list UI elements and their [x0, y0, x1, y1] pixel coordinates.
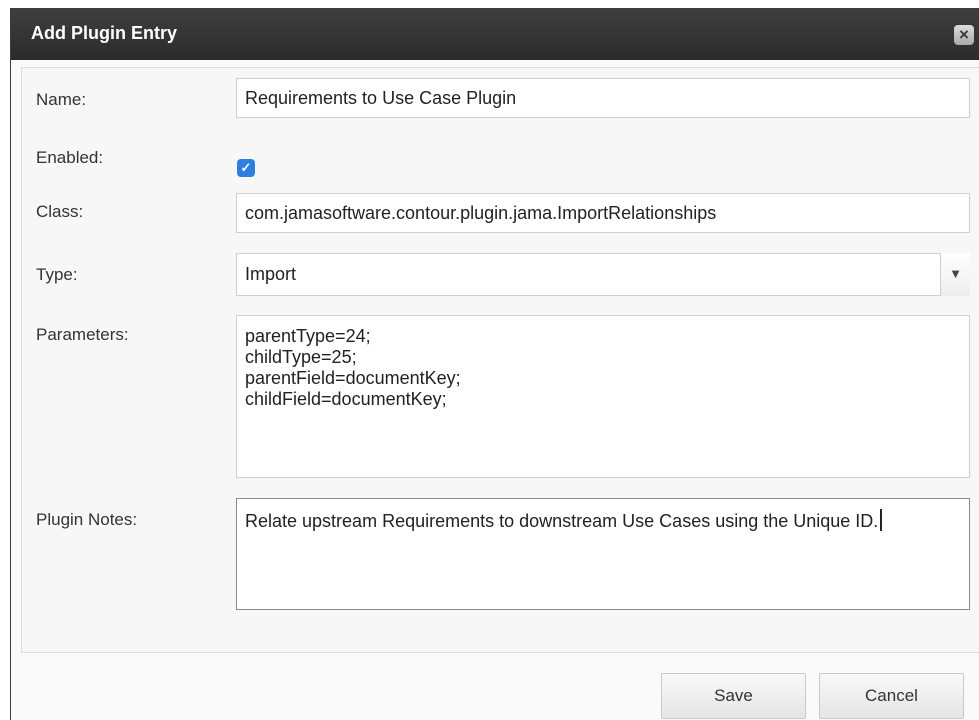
class-label: Class:	[36, 202, 84, 221]
parameters-textarea[interactable]: parentType=24; childType=25; parentField…	[236, 315, 970, 478]
plugin-notes-text: Relate upstream Requirements to downstre…	[245, 511, 879, 531]
plugin-notes-textarea[interactable]: Relate upstream Requirements to downstre…	[236, 498, 970, 610]
name-input[interactable]: Requirements to Use Case Plugin	[236, 78, 970, 118]
name-label: Name:	[36, 90, 87, 109]
type-label: Type:	[36, 265, 78, 284]
enabled-checkbox[interactable]: ✓	[237, 159, 255, 177]
add-plugin-dialog: Add Plugin Entry × Name: Requirements to…	[10, 8, 979, 720]
dialog-titlebar[interactable]: Add Plugin Entry ×	[11, 8, 979, 60]
type-select[interactable]: Import ▼	[236, 253, 970, 296]
cancel-button[interactable]: Cancel	[819, 673, 964, 719]
type-selected-value: Import	[245, 264, 297, 284]
dialog-title: Add Plugin Entry	[31, 23, 177, 43]
close-icon[interactable]: ×	[954, 25, 974, 45]
enabled-label: Enabled:	[36, 148, 104, 167]
chevron-down-icon[interactable]: ▼	[940, 253, 970, 296]
class-input[interactable]: com.jamasoftware.contour.plugin.jama.Imp…	[236, 193, 970, 233]
text-cursor	[880, 509, 883, 531]
plugin-notes-label: Plugin Notes:	[36, 510, 138, 529]
save-button[interactable]: Save	[661, 673, 806, 719]
parameters-label: Parameters:	[36, 325, 129, 344]
